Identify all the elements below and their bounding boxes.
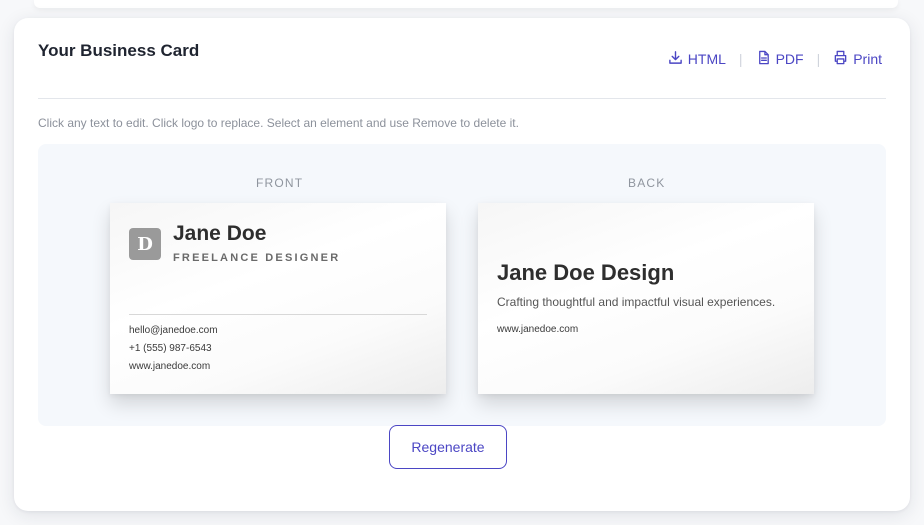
regenerate-button[interactable]: Regenerate [389, 425, 507, 469]
action-separator: | [738, 51, 743, 67]
card-preview-stage: FRONT BACK D Jane Doe FREELANCE DESIGNER… [38, 144, 886, 426]
front-website[interactable]: www.janedoe.com [129, 361, 210, 372]
front-name[interactable]: Jane Doe [173, 222, 266, 246]
print-label: Print [853, 51, 882, 67]
export-actions: HTML | PDF | Print [668, 50, 882, 68]
header-divider [38, 98, 886, 99]
back-title[interactable]: Jane Doe Design [497, 260, 674, 286]
card-front: D Jane Doe FREELANCE DESIGNER hello@jane… [110, 203, 446, 394]
top-strip [34, 0, 898, 8]
edit-hint: Click any text to edit. Click logo to re… [38, 116, 519, 130]
download-html-button[interactable]: HTML [668, 50, 726, 68]
download-pdf-label: PDF [775, 51, 804, 67]
print-button[interactable]: Print [833, 50, 882, 68]
card-logo[interactable]: D [129, 228, 161, 260]
page-title: Your Business Card [38, 41, 200, 60]
action-separator: | [816, 51, 821, 67]
front-divider [129, 314, 427, 315]
front-side-label: FRONT [256, 176, 304, 190]
back-side-label: BACK [628, 176, 666, 190]
download-pdf-button[interactable]: PDF [756, 50, 804, 68]
front-email[interactable]: hello@janedoe.com [129, 325, 218, 336]
download-icon [668, 50, 683, 68]
back-website[interactable]: www.janedoe.com [497, 324, 578, 335]
file-icon [756, 50, 771, 68]
download-html-label: HTML [687, 51, 726, 67]
printer-icon [833, 50, 848, 68]
front-phone[interactable]: +1 (555) 987-6543 [129, 343, 212, 354]
front-role[interactable]: FREELANCE DESIGNER [173, 252, 340, 264]
back-tagline[interactable]: Crafting thoughtful and impactful visual… [497, 295, 775, 309]
card-back: Jane Doe Design Crafting thoughtful and … [478, 203, 814, 394]
